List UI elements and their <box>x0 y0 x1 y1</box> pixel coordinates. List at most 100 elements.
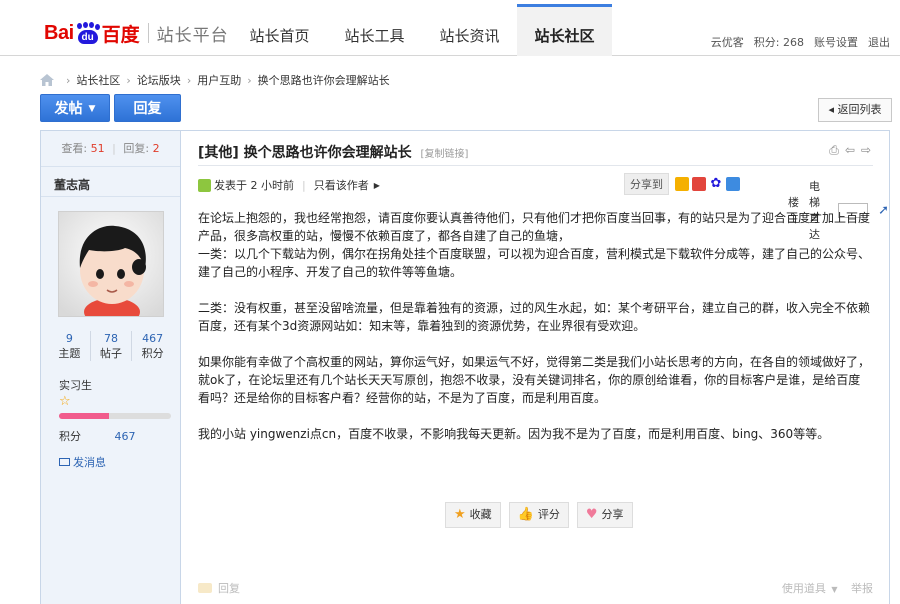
reply-button[interactable]: 回复 <box>114 94 181 122</box>
post-paragraph: 如果你能有幸做了个高权重的网站，算你运气好，如果运气不好，觉得第二类是我们小站长… <box>198 355 871 405</box>
thread-stats: 查看: 51 | 回复: 2 <box>41 131 180 167</box>
account-settings-link[interactable]: 账号设置 <box>814 34 858 50</box>
replies-count: 2 <box>152 142 160 155</box>
meta-divider: | <box>302 178 306 192</box>
share-button[interactable]: ♥ 分享 <box>576 502 633 528</box>
triangle-right-icon: ▶ <box>373 180 380 190</box>
credits-count[interactable]: 467 积分 <box>131 331 173 361</box>
count-number: 467 <box>142 332 164 345</box>
use-tools-link[interactable]: 使用道具 <box>782 582 826 595</box>
main-nav: 站长首页 站长工具 站长资讯 站长社区 <box>232 4 612 56</box>
nav-community[interactable]: 站长社区 <box>517 4 612 56</box>
post-paragraph: 二类：没有权重，甚至没留啥流量，但是靠着独有的资源，过的风生水起，如：某个考研平… <box>198 301 871 333</box>
breadcrumb-forums[interactable]: 论坛版块 <box>137 72 181 88</box>
thumbs-up-icon: 👍 <box>517 507 534 522</box>
username-link[interactable]: 云优客 <box>711 34 744 50</box>
breadcrumb-current[interactable]: 换个思路也许你会理解站长 <box>258 72 390 88</box>
heart-icon: ♥ <box>585 507 598 522</box>
posted-time: 发表于 2 小时前 <box>214 179 294 192</box>
dropdown-caret-icon: ▼ <box>831 585 838 594</box>
baidu-paw-icon: du <box>75 22 101 44</box>
back-arrow-icon: ◂ <box>828 103 835 116</box>
breadcrumb-separator: › <box>186 73 192 87</box>
post-meta: 发表于 2 小时前 | 只看该作者 ▶ <box>198 177 380 193</box>
post-paragraph: 在论坛上抱怨的，我也经常抱怨，请百度你要认真善待他们，只有他们才把你百度当回事，… <box>198 211 871 279</box>
points-link[interactable]: 积分: 268 <box>754 34 804 50</box>
share-bar: 分享到 ✿ <box>624 173 743 195</box>
rate-label: 评分 <box>537 508 560 521</box>
avatar[interactable] <box>58 211 164 317</box>
star-icon: ☆ <box>59 394 71 409</box>
breadcrumb-separator: › <box>247 73 252 87</box>
nav-news[interactable]: 站长资讯 <box>422 4 517 56</box>
post-title: [其他] 换个思路也许你会理解站长 [复制链接] <box>198 142 468 162</box>
platform-name: 站长平台 <box>156 25 229 46</box>
favorite-button[interactable]: ★ 收藏 <box>445 502 501 528</box>
author-only-link[interactable]: 只看该作者 <box>314 177 369 193</box>
views-count: 51 <box>90 142 105 155</box>
weibo-share-icon[interactable] <box>692 177 706 191</box>
post-frame: 查看: 51 | 回复: 2 董志高 9 主题 78 帖子 467 积分 实习生… <box>40 130 890 604</box>
count-label: 帖子 <box>100 347 122 360</box>
prev-thread-icon[interactable]: ⇦ <box>845 143 855 158</box>
send-message-label: 发消息 <box>73 456 106 469</box>
star-icon: ★ <box>454 507 466 522</box>
rate-button[interactable]: 👍 评分 <box>508 502 569 528</box>
rank-progress-fill <box>59 413 110 419</box>
topics-count[interactable]: 9 主题 <box>49 331 90 361</box>
reply-link-label: 回复 <box>218 582 240 595</box>
home-icon[interactable] <box>40 74 54 86</box>
baidu-share-icon[interactable]: ✿ <box>709 177 723 191</box>
next-thread-icon[interactable]: ⇨ <box>861 143 871 158</box>
author-name[interactable]: 董志高 <box>41 167 180 197</box>
reply-icon <box>198 583 212 593</box>
favorite-label: 收藏 <box>469 508 492 521</box>
author-sidebar: 查看: 51 | 回复: 2 董志高 9 主题 78 帖子 467 积分 实习生… <box>41 131 181 604</box>
breadcrumb: › 站长社区 › 论坛版块 › 用户互助 › 换个思路也许你会理解站长 <box>40 72 390 88</box>
jump-arrow-icon[interactable]: ➚ <box>878 203 889 218</box>
count-label: 主题 <box>58 347 81 360</box>
replies-label: 回复: <box>123 142 150 155</box>
tieba-share-icon[interactable] <box>726 177 740 191</box>
logo-cn-text: 百度 <box>101 23 140 46</box>
breadcrumb-community[interactable]: 站长社区 <box>76 72 120 88</box>
count-number: 78 <box>104 332 118 345</box>
new-post-label: 发帖 <box>54 101 83 117</box>
qzone-share-icon[interactable] <box>675 177 689 191</box>
new-post-button[interactable]: 发帖 ▼ <box>40 94 110 122</box>
rank-progress-bar <box>59 413 171 419</box>
logout-link[interactable]: 退出 <box>868 34 890 50</box>
back-to-list-button[interactable]: ◂ 返回列表 <box>818 98 892 122</box>
reply-link[interactable]: 回复 <box>198 580 240 596</box>
post-footer: 回复 使用道具 ▼ 举报 <box>198 577 873 597</box>
posts-count[interactable]: 78 帖子 <box>89 331 132 361</box>
share-to-button[interactable]: 分享到 <box>624 173 669 195</box>
points-label: 积分 <box>59 430 81 443</box>
user-links: 云优客 积分: 268 账号设置 退出 <box>711 34 890 50</box>
breadcrumb-user-help[interactable]: 用户互助 <box>197 72 241 88</box>
share-label: 分享 <box>601 508 624 521</box>
back-label: 返回列表 <box>837 103 882 116</box>
logo-divider <box>147 23 149 43</box>
envelope-icon <box>59 458 70 466</box>
send-message-link[interactable]: 发消息 <box>59 454 106 470</box>
post-category[interactable]: [其他] <box>198 145 239 161</box>
views-label: 查看: <box>61 142 88 155</box>
copy-link-button[interactable]: [复制链接] <box>421 149 469 160</box>
title-divider <box>198 165 873 166</box>
post-paragraph: 我的小站 yingwenzi点cn，百度不收录，不影响我每天更新。因为我不是为了… <box>198 427 830 441</box>
report-link[interactable]: 举报 <box>851 582 873 595</box>
post-actions: ★ 收藏 👍 评分 ♥ 分享 <box>445 502 633 528</box>
nav-tools[interactable]: 站长工具 <box>327 4 422 56</box>
author-counts: 9 主题 78 帖子 467 积分 <box>49 331 173 361</box>
top-header: Bai du 百度 站长平台 站长首页 站长工具 站长资讯 站长社区 云优客 积… <box>0 0 900 56</box>
post-content: [其他] 换个思路也许你会理解站长 [复制链接] ⎙ ⇦ ⇨ 发表于 2 小时前… <box>182 131 889 604</box>
dropdown-caret-icon: ▼ <box>88 104 96 114</box>
title-tools: ⎙ ⇦ ⇨ <box>829 143 871 158</box>
stats-divider: | <box>112 142 116 155</box>
post-title-text: 换个思路也许你会理解站长 <box>243 145 412 161</box>
print-icon[interactable]: ⎙ <box>829 143 839 158</box>
count-number: 9 <box>65 332 73 345</box>
baidu-logo[interactable]: Bai du 百度 站长平台 <box>44 16 229 50</box>
nav-home[interactable]: 站长首页 <box>232 4 327 56</box>
